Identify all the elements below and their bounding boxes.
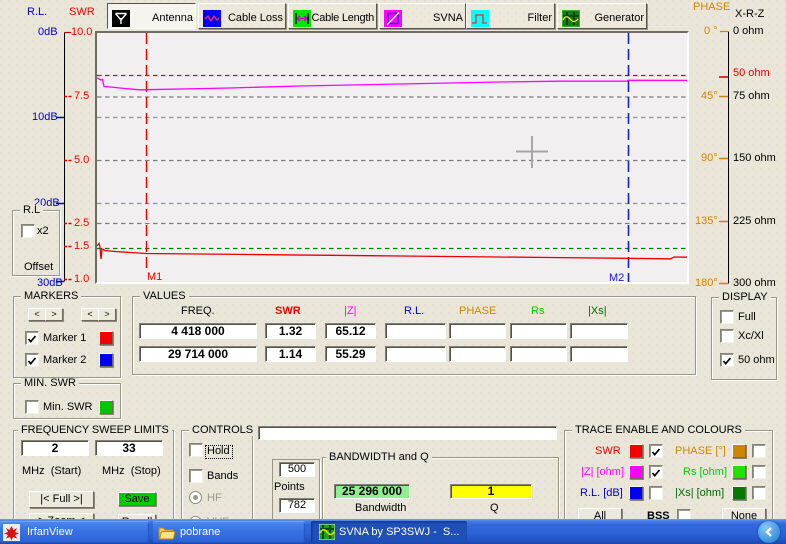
svg-text:M1: M1 [147,271,162,282]
svg-text:M2: M2 [609,272,624,282]
